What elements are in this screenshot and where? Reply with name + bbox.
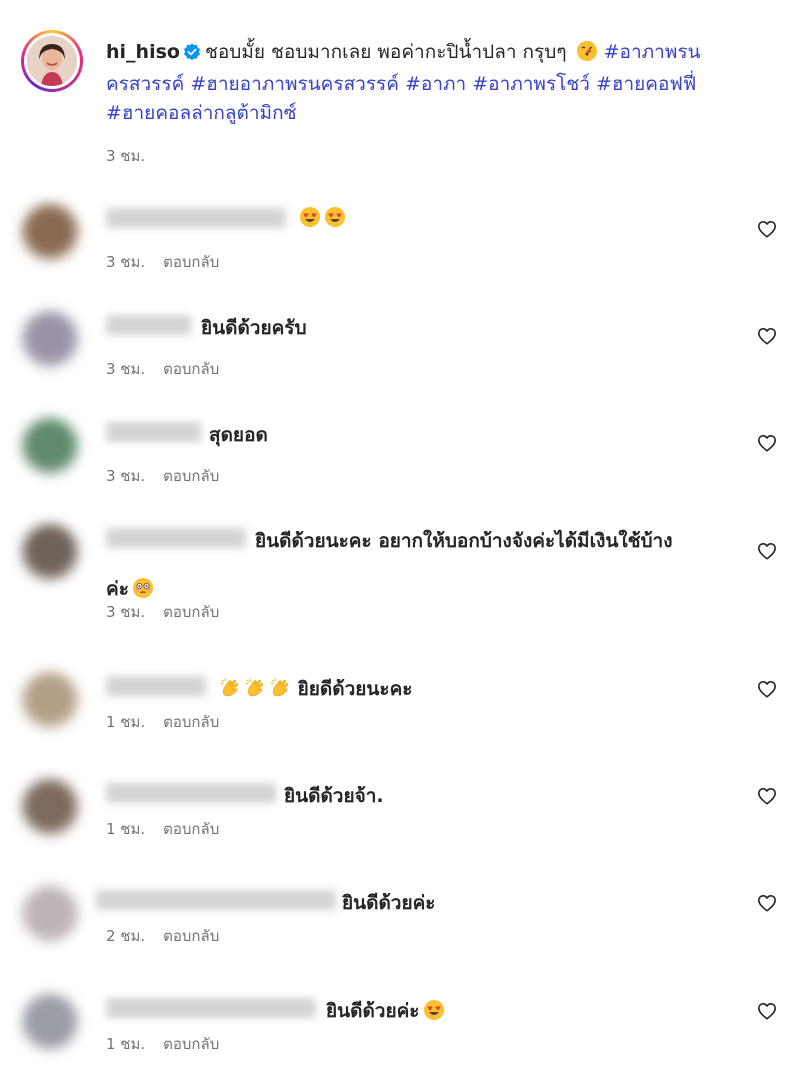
comment-timestamp: 1 ชม. (106, 1035, 146, 1053)
commenter-username-blurred[interactable] (96, 890, 336, 910)
comment-timestamp: 3 ชม. (106, 603, 146, 621)
flushed-emoji-icon (132, 577, 154, 599)
comment-item: ยินดีด้วยค่ะ 1 ชม. ตอบกลับ (0, 980, 800, 1087)
comment-meta: 2 ชม. ตอบกลับ (106, 924, 219, 948)
comment-body: ค่ะ (106, 578, 129, 600)
comment-item: ยินดีด้วยนะคะ อยากให้บอกบ้างจังค่ะได้มีเ… (0, 512, 800, 621)
comment-text: ยินดีด้วยค่ะ (326, 996, 445, 1026)
emoji-group (216, 678, 291, 700)
like-heart-icon[interactable] (757, 1002, 779, 1022)
comment-timestamp: 1 ชม. (106, 713, 146, 731)
comment-text: ยิยดีด้วยนะคะ (216, 674, 412, 704)
like-heart-icon[interactable] (757, 894, 779, 914)
story-ring[interactable] (21, 30, 83, 92)
commenter-username-blurred[interactable] (106, 783, 276, 803)
reply-button[interactable]: ตอบกลับ (163, 927, 219, 945)
comment-text (296, 206, 346, 229)
clap-emoji-icon (269, 677, 291, 699)
comment-text: ยินดีด้วยค่ะ (342, 888, 436, 918)
comment-item: ยิยดีด้วยนะคะ 1 ชม. ตอบกลับ (0, 658, 800, 765)
post-caption: hi_hiso ชอบมั้ย ชอบมากเลย พอค่ากะปิน้ำปลา… (106, 38, 766, 128)
comment-meta: 3 ชม. ตอบกลับ (106, 464, 219, 488)
heart-eyes-emoji-icon (423, 999, 445, 1021)
post-caption-text: ชอบมั้ย ชอบมากเลย พอค่ากะปิน้ำปลา กรุบๆ (204, 41, 567, 63)
commenter-username-blurred[interactable] (106, 676, 206, 696)
comment-timestamp: 3 ชม. (106, 467, 146, 485)
comment-body: ยินดีด้วยค่ะ (342, 892, 436, 914)
comment-text: ยินดีด้วยครับ (201, 313, 307, 343)
commenter-username-blurred[interactable] (106, 315, 191, 335)
comment-body: ยินดีด้วยค่ะ (326, 1000, 420, 1022)
commenter-avatar[interactable] (22, 204, 78, 260)
hashtag-link[interactable]: ครสวรรค์ (106, 73, 184, 95)
reply-button[interactable]: ตอบกลับ (163, 253, 219, 271)
comment-item: ยินดีด้วยจ้า. 1 ชม. ตอบกลับ (0, 765, 800, 872)
commenter-avatar[interactable] (22, 886, 78, 942)
comment-meta: 1 ชม. ตอบกลับ (106, 817, 219, 841)
commenter-username-blurred[interactable] (106, 422, 201, 442)
comment-item: สุดยอด 3 ชม. ตอบกลับ (0, 404, 800, 511)
reply-button[interactable]: ตอบกลับ (163, 360, 219, 378)
commenter-avatar[interactable] (22, 779, 78, 835)
kissing-heart-emoji-icon (576, 40, 598, 62)
comment-meta: 1 ชม. ตอบกลับ (106, 1032, 219, 1056)
comment-body: ยินดีด้วยนะคะ อยากให้บอกบ้างจังค่ะได้มีเ… (255, 530, 673, 552)
comment-text: ยินดีด้วยจ้า. (284, 781, 384, 811)
comment-text: สุดยอด (209, 420, 268, 450)
like-heart-icon[interactable] (757, 542, 779, 562)
reply-button[interactable]: ตอบกลับ (163, 603, 219, 621)
reply-button[interactable]: ตอบกลับ (163, 713, 219, 731)
heart-eyes-emoji-icon (299, 206, 321, 228)
reply-button[interactable]: ตอบกลับ (163, 467, 219, 485)
emoji-group (129, 578, 154, 600)
verified-badge-icon (183, 41, 201, 70)
comment-body: ยิยดีด้วยนะคะ (297, 678, 413, 700)
clap-emoji-icon (219, 677, 241, 699)
hashtag-link[interactable]: #ฮายคอลล่ากลูต้ามิกซ์ (106, 102, 296, 124)
reply-button[interactable]: ตอบกลับ (163, 1035, 219, 1053)
like-heart-icon[interactable] (757, 680, 779, 700)
commenter-avatar[interactable] (22, 672, 78, 728)
comment-body: ยินดีด้วยจ้า. (284, 785, 384, 807)
hashtag-links[interactable]: #ฮายอาภาพรนครสวรรค์ #อาภา #อาภาพรโชว์ #ฮ… (190, 73, 696, 95)
comment-timestamp: 3 ชม. (106, 253, 146, 271)
commenter-username-blurred[interactable] (106, 998, 316, 1018)
like-heart-icon[interactable] (757, 327, 779, 347)
comment-item: ยินดีด้วยครับ 3 ชม. ตอบกลับ (0, 297, 800, 404)
clap-emoji-icon (244, 677, 266, 699)
post-author-avatar[interactable] (27, 36, 77, 86)
post-username[interactable]: hi_hiso (106, 41, 180, 63)
like-heart-icon[interactable] (757, 434, 779, 454)
comment-meta: 1 ชม. ตอบกลับ (106, 710, 219, 734)
post-timestamp: 3 ชม. (106, 147, 146, 165)
reply-button[interactable]: ตอบกลับ (163, 820, 219, 838)
comment-item: ยินดีด้วยค่ะ 2 ชม. ตอบกลับ (0, 872, 800, 979)
emoji-group (420, 1000, 445, 1022)
comment-meta: 3 ชม. ตอบกลับ (106, 250, 219, 274)
comment-text: ยินดีด้วยนะคะ อยากให้บอกบ้างจังค่ะได้มีเ… (255, 526, 673, 556)
comment-timestamp: 3 ชม. (106, 360, 146, 378)
hashtag-link[interactable]: #อาภาพรน (604, 41, 701, 63)
commenter-avatar[interactable] (22, 418, 78, 474)
post-header: hi_hiso ชอบมั้ย ชอบมากเลย พอค่ากะปิน้ำปลา… (0, 0, 800, 180)
comment-meta: 3 ชม. ตอบกลับ (106, 600, 219, 624)
comment-timestamp: 1 ชม. (106, 820, 146, 838)
comment-body: สุดยอด (209, 424, 268, 446)
commenter-avatar[interactable] (22, 524, 78, 580)
comment-timestamp: 2 ชม. (106, 927, 146, 945)
heart-eyes-emoji-icon (324, 206, 346, 228)
commenter-avatar[interactable] (22, 994, 78, 1050)
like-heart-icon[interactable] (757, 787, 779, 807)
comment-meta: 3 ชม. ตอบกลับ (106, 357, 219, 381)
commenter-username-blurred[interactable] (106, 208, 286, 228)
comment-item: 3 ชม. ตอบกลับ (0, 190, 800, 297)
commenter-username-blurred[interactable] (106, 528, 246, 548)
comment-body: ยินดีด้วยครับ (201, 317, 307, 339)
emoji-group (296, 207, 346, 229)
commenter-avatar[interactable] (22, 311, 78, 367)
like-heart-icon[interactable] (757, 220, 779, 240)
